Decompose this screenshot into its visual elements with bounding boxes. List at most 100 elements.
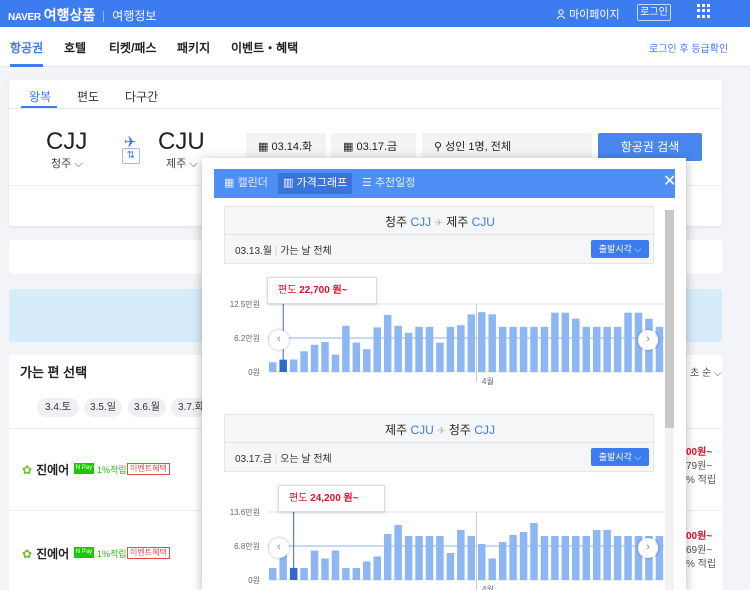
y-tick-label: 0원 (248, 576, 260, 585)
swap-route-button[interactable]: ⇅ (122, 148, 140, 164)
route-date: 03.17.금 | 오는 날 전체 (235, 454, 332, 465)
naver-wordmark: NAVER (8, 12, 41, 23)
price-bar (530, 326, 538, 372)
outbound-route-header: 청주 CJJ ✈ 제주 CJU 03.13.월 | 가는 날 전체 출발시각 ⌵ (224, 206, 655, 264)
apps-grid-icon[interactable] (697, 4, 711, 18)
price: 00원~ (686, 531, 713, 542)
login-grade-link[interactable]: 로그인 후 등급확인 (649, 40, 728, 55)
price-bar (436, 536, 444, 580)
main-nav: 항공권 호텔 티켓/패스 패키지 이벤트・혜택 로그인 후 등급확인 (0, 27, 750, 67)
origin-city[interactable]: 청주 ⌵ (51, 155, 83, 171)
tab-multicity[interactable]: 다구간 (125, 88, 158, 105)
price-bar (655, 326, 664, 372)
return-date-value: 03.17.금 (356, 141, 398, 153)
results-title: 가는 편 선택 (20, 365, 88, 380)
login-button[interactable]: 로그인 (637, 4, 671, 21)
price-bar (624, 312, 632, 372)
travel-info-link[interactable]: 여행정보 (112, 9, 156, 23)
chart-prev-button[interactable]: ‹ (269, 330, 289, 350)
price-bar (373, 556, 381, 580)
price-bar (613, 326, 622, 372)
y-tick-label: 6.8만원 (234, 542, 260, 551)
price-bar (415, 326, 423, 372)
price-bar (352, 342, 361, 372)
nav-item-hotels[interactable]: 호텔 (64, 39, 86, 56)
destination-code[interactable]: CJU (158, 128, 205, 156)
price-bar (363, 349, 371, 372)
inbound-price-chart: 13.6만원 6.8만원 0원 4월 (230, 502, 664, 590)
passenger-value: 성인 1명, 전체 (445, 141, 512, 153)
active-tab-underline (10, 64, 43, 67)
flight-search-button[interactable]: 항공권 검색 (598, 133, 702, 161)
price-bar (394, 325, 402, 372)
price-bar (592, 326, 601, 372)
date-chip[interactable]: 3.4.토 (37, 398, 79, 417)
airplane-icon: ✈ (434, 218, 443, 229)
price-bar (582, 536, 590, 580)
naver-logo[interactable]: NAVER 여행상품 여행정보 (8, 5, 156, 25)
price-bar (561, 312, 570, 372)
month-label: 4월 (482, 584, 494, 590)
price-bar (551, 536, 559, 580)
airline-name: ✿ 진에어 (22, 463, 70, 477)
price-bar (488, 314, 496, 372)
tab-oneway[interactable]: 편도 (77, 88, 99, 105)
tab-roundtrip[interactable]: 왕복 (29, 88, 51, 105)
price-bar (310, 344, 319, 372)
chevron-down-icon: ⌵ (74, 158, 83, 170)
date-chip[interactable]: 3.5.일 (84, 398, 122, 417)
departure-time-dropdown[interactable]: 출발시각 ⌵ (591, 240, 649, 258)
price-bar (509, 535, 517, 580)
user-icon (556, 9, 566, 20)
price-bar (331, 550, 340, 580)
origin-code[interactable]: CJJ (46, 128, 87, 156)
divider (225, 442, 655, 443)
price-bar (457, 325, 465, 372)
y-tick-label: 6.2만원 (234, 334, 260, 343)
date-chip[interactable]: 3.6.월 (128, 398, 166, 417)
price-bar (478, 544, 486, 580)
return-date-field[interactable]: ▦ 03.17.금 (331, 133, 416, 161)
passenger-field[interactable]: ⚲ 성인 1명, 전체 (422, 133, 592, 161)
npay-badge: N Pay (74, 547, 94, 558)
calendar-icon: ▦ (343, 141, 354, 153)
calendar-icon: ▦ (224, 177, 235, 189)
nav-item-flights[interactable]: 항공권 (10, 39, 43, 56)
price-bar (415, 536, 423, 580)
depart-date-field[interactable]: ▦ 03.14.화 (246, 133, 326, 161)
month-label: 4월 (482, 376, 494, 386)
chart-next-button[interactable]: › (638, 538, 658, 558)
tab-calendar[interactable]: ▦ 캘린더 (224, 173, 268, 194)
divider (225, 234, 655, 235)
chart-prev-button[interactable]: ‹ (269, 538, 289, 558)
top-bar: NAVER 여행상품 여행정보 마이페이지 로그인 (0, 0, 750, 27)
destination-city[interactable]: 제주 ⌵ (166, 155, 198, 171)
chart-next-button[interactable]: › (638, 330, 658, 350)
price-bar (269, 568, 277, 580)
price-tooltip: 편도 24,200 원~ (278, 485, 385, 512)
price-bar (467, 314, 476, 372)
close-icon[interactable]: ✕ (663, 173, 676, 191)
sort-dropdown[interactable]: 초 순 ⌵ (690, 364, 722, 379)
y-tick-label: 0원 (248, 368, 260, 377)
price-bar (300, 351, 308, 372)
tab-recommended[interactable]: ☰ 추천일정 (362, 173, 415, 194)
price-tooltip: 편도 22,700 원~ (267, 277, 377, 304)
price-graph-popup: ▦ 캘린더 ▥ 가격그래프 ☰ 추천일정 ✕ 청주 CJJ ✈ 제주 CJU 0… (202, 158, 686, 590)
mypage-link[interactable]: 마이페이지 (556, 6, 620, 22)
nav-item-events[interactable]: 이벤트・혜택 (231, 39, 298, 56)
departure-time-dropdown[interactable]: 출발시각 ⌵ (591, 448, 649, 466)
outbound-price-chart: 12.5만원 6.2만원 0원 4월 (230, 294, 664, 386)
airplane-icon: ✈ (437, 426, 446, 437)
tab-price-graph[interactable]: ▥ 가격그래프 (278, 173, 353, 194)
airline-logo-icon: ✿ (22, 547, 33, 561)
person-icon: ⚲ (434, 141, 443, 153)
price-bar (404, 332, 413, 372)
nav-item-tickets[interactable]: 티켓/패스 (109, 39, 157, 56)
price-bar (269, 362, 277, 372)
nav-item-packages[interactable]: 패키지 (177, 39, 210, 56)
event-badge: 이벤트혜택 (127, 547, 170, 559)
scrollbar-thumb[interactable] (665, 210, 674, 428)
price-bar (498, 326, 507, 372)
price-bar (457, 530, 465, 580)
